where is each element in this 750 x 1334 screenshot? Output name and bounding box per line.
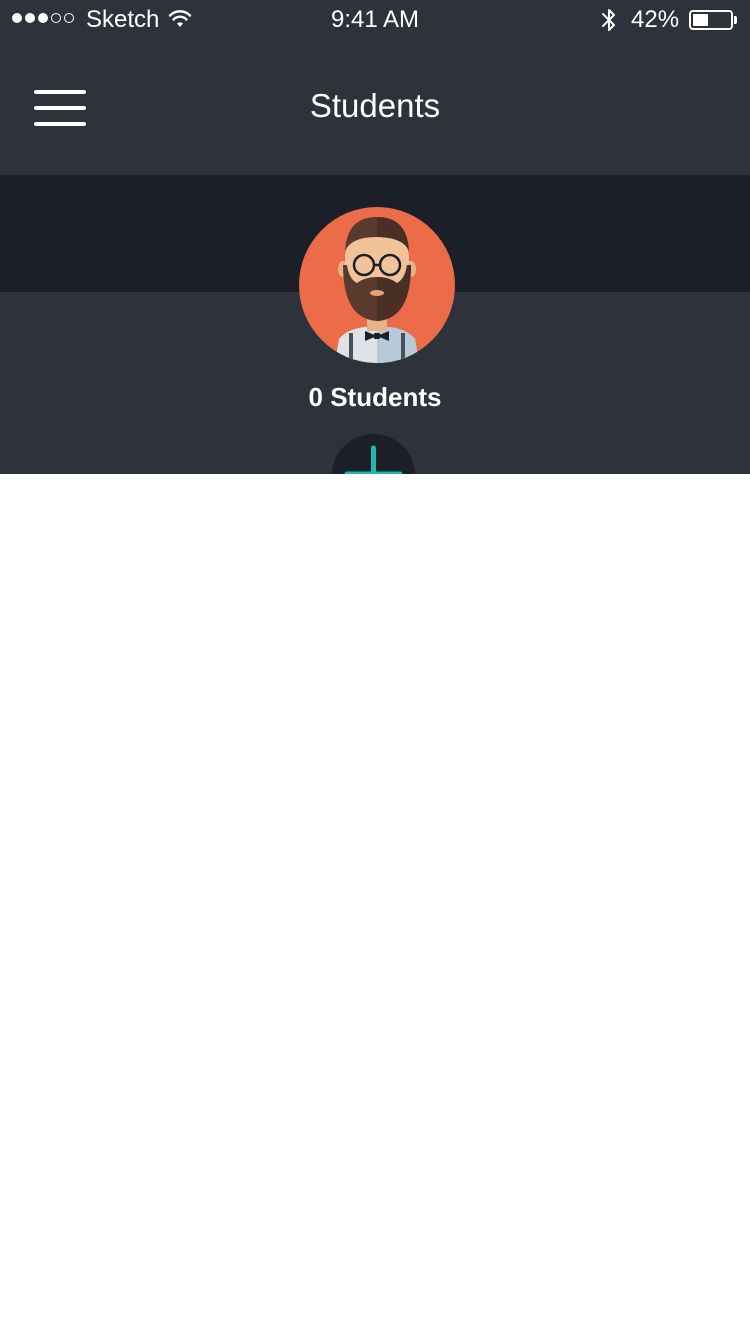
- bluetooth-icon: [602, 9, 615, 31]
- nav-bar: Students: [0, 40, 750, 175]
- students-screen: Sketch 9:41 AM 42% Students 0 Students: [0, 0, 750, 1334]
- page-title: Students: [309, 87, 441, 124]
- student-count: 0 Students: [308, 382, 442, 412]
- status-bar: Sketch 9:41 AM 42%: [0, 0, 750, 40]
- battery-icon: [689, 10, 733, 30]
- battery-percent: 42%: [631, 6, 680, 33]
- bearded-man-avatar-icon: [299, 207, 455, 363]
- battery-cap: [734, 16, 737, 24]
- battery-level-fill: [693, 14, 708, 26]
- student-list-area: [0, 474, 750, 1334]
